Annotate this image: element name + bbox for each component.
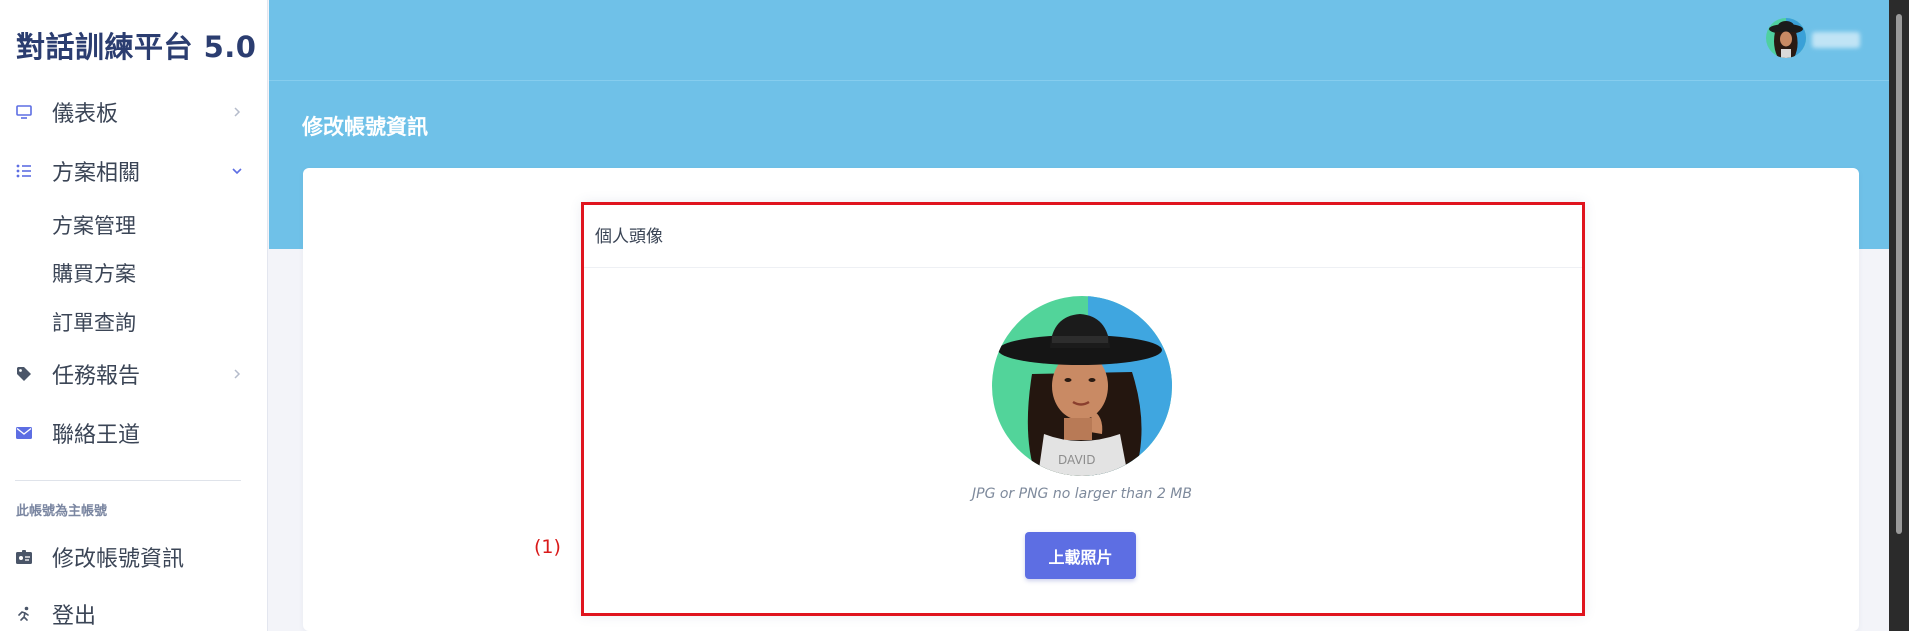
- sidebar-subitem-buy-plan[interactable]: 購買方案: [52, 258, 136, 288]
- upload-photo-button[interactable]: 上載照片: [1025, 532, 1136, 579]
- envelope-icon: [14, 423, 34, 443]
- sidebar: 對話訓練平台 5.0 儀表板 方案相關 方案管理 購買方案 訂單查詢 任務報告: [0, 0, 268, 631]
- running-icon: [14, 604, 34, 624]
- sidebar-item-label: 登出: [52, 604, 97, 629]
- chevron-right-icon: [230, 367, 244, 381]
- scrollbar-thumb[interactable]: [1896, 14, 1902, 534]
- sidebar-item-label: 任務報告: [52, 364, 141, 389]
- profile-photo: DAVID: [992, 296, 1172, 476]
- sidebar-item-logout[interactable]: 登出: [0, 592, 268, 631]
- sidebar-item-label: 修改帳號資訊: [52, 547, 185, 572]
- chevron-right-icon: [230, 105, 244, 119]
- chevron-down-icon: [230, 164, 244, 178]
- user-avatar[interactable]: [1766, 18, 1806, 58]
- scrollbar[interactable]: [1889, 0, 1909, 631]
- sidebar-item-dashboard[interactable]: 儀表板: [0, 90, 268, 134]
- sidebar-item-label: 方案相關: [52, 161, 141, 186]
- sidebar-item-plans[interactable]: 方案相關: [0, 149, 268, 193]
- brand-title[interactable]: 對話訓練平台 5.0: [16, 24, 256, 66]
- sidebar-item-task-reports[interactable]: 任務報告: [0, 352, 268, 396]
- sidebar-subitem-plan-management[interactable]: 方案管理: [52, 210, 136, 240]
- svg-text:DAVID: DAVID: [1058, 453, 1095, 467]
- annotation-label: (1): [534, 536, 561, 558]
- monitor-icon: [14, 102, 34, 122]
- page-title: 修改帳號資訊: [302, 115, 428, 139]
- avatar-card-header: 個人頭像: [581, 202, 1585, 268]
- sidebar-item-label: 聯絡王道: [52, 423, 141, 448]
- sidebar-item-contact[interactable]: 聯絡王道: [0, 411, 268, 455]
- tag-icon: [14, 364, 34, 384]
- upload-hint: JPG or PNG no larger than 2 MB: [972, 486, 1192, 502]
- sidebar-item-label: 儀表板: [52, 102, 119, 127]
- sidebar-item-edit-account[interactable]: 修改帳號資訊: [0, 535, 268, 579]
- avatar-card-title: 個人頭像: [595, 227, 663, 247]
- top-navbar: [269, 0, 1889, 81]
- user-name-blurred: [1812, 32, 1860, 48]
- list-icon: [14, 161, 34, 181]
- account-section-title: 此帳號為主帳號: [16, 504, 108, 519]
- sidebar-divider: [15, 480, 241, 481]
- sidebar-subitem-order-lookup[interactable]: 訂單查詢: [52, 307, 136, 337]
- id-card-icon: [14, 547, 34, 567]
